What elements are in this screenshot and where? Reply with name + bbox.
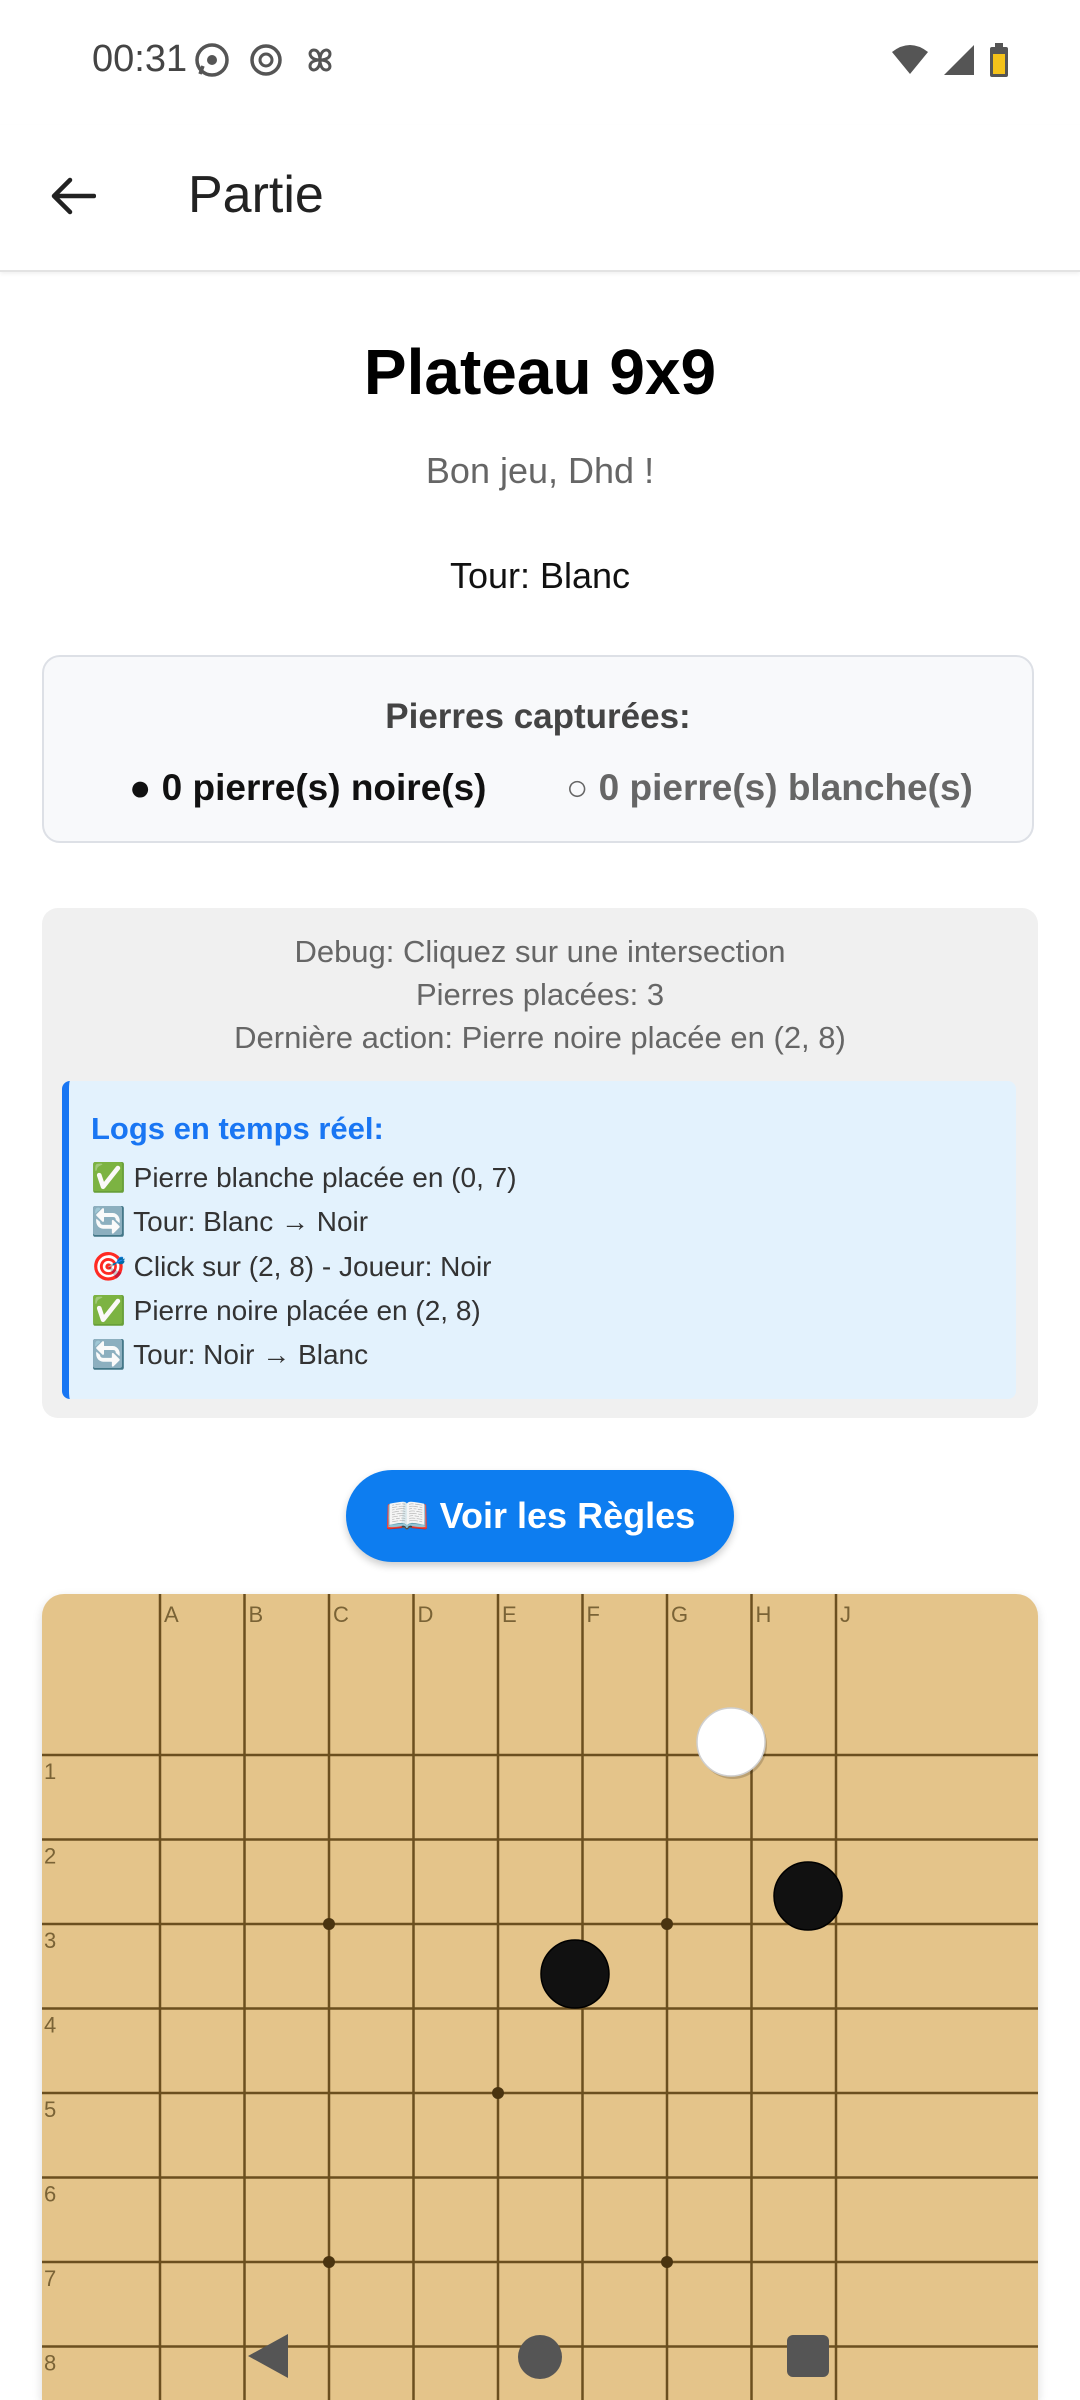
hoshi-point — [323, 2256, 335, 2268]
home-circle-icon[interactable] — [518, 2335, 562, 2379]
log-line: 🔄 Tour: Blanc → Noir — [91, 1206, 369, 1237]
black-stone — [540, 1939, 610, 2009]
logs-box: Logs en temps réel: ✅ Pierre blanche pla… — [62, 1081, 1016, 1399]
column-label: F — [587, 1602, 600, 1627]
log-line: ✅ Pierre noire placée en (2, 8) — [91, 1295, 481, 1326]
signal-icon — [942, 43, 976, 82]
log-line: 🎯 Click sur (2, 8) - Joueur: Noir — [91, 1251, 492, 1282]
pinwheel-icon — [300, 40, 340, 85]
hoshi-point — [661, 1918, 673, 1930]
logs-title: Logs en temps réel: — [91, 1111, 384, 1146]
whatsapp-icon — [192, 40, 232, 85]
hoshi-point — [661, 2256, 673, 2268]
back-button[interactable] — [40, 165, 106, 231]
board-grid[interactable]: A B C D E F G H J12345678 — [42, 1594, 1038, 2400]
rules-button[interactable]: 📖 Voir les Règles — [346, 1470, 734, 1562]
column-label: D — [418, 1602, 434, 1627]
row-label: 1 — [44, 1759, 56, 1784]
debug-line: Pierres placées: 3 — [415, 977, 665, 1012]
column-label: J — [840, 1602, 851, 1627]
debug-line: Dernière action: Pierre noire placée en … — [234, 1020, 846, 1055]
row-label: 7 — [44, 2266, 56, 2291]
row-label: 3 — [44, 1928, 56, 1953]
row-label: 2 — [44, 1844, 56, 1869]
column-label: G — [671, 1602, 688, 1627]
battery-icon — [988, 42, 1010, 83]
captures-title: Pierres capturées: — [385, 697, 691, 736]
wifi-icon — [890, 44, 930, 81]
debug-line: Debug: Cliquez sur une intersection — [294, 934, 786, 969]
system-nav-bar — [0, 2300, 1080, 2400]
hoshi-point — [492, 2087, 504, 2099]
row-label: 5 — [44, 2097, 56, 2122]
arrow-left-icon — [50, 176, 97, 221]
captures-card: Pierres capturées: ● 0 pierre(s) noire(s… — [42, 655, 1034, 843]
column-label: H — [756, 1602, 772, 1627]
log-line: ✅ Pierre blanche placée en (0, 7) — [91, 1162, 517, 1193]
turn-indicator: Tour: Blanc — [449, 555, 631, 596]
recents-square-icon[interactable] — [787, 2335, 829, 2377]
page-title: Plateau 9x9 — [363, 336, 717, 408]
column-label: A — [164, 1602, 179, 1627]
openai-icon — [246, 40, 286, 85]
column-label: C — [333, 1602, 349, 1627]
column-label: E — [502, 1602, 517, 1627]
log-line: 🔄 Tour: Noir → Blanc — [91, 1339, 369, 1370]
captured-black-count: ● 0 pierre(s) noire(s) — [129, 767, 487, 808]
debug-panel: Debug: Cliquez sur une intersection Pier… — [42, 908, 1038, 1418]
row-label: 4 — [44, 2013, 56, 2038]
status-time: 00:31 — [92, 38, 188, 80]
captured-white-count: ○ 0 pierre(s) blanche(s) — [566, 767, 973, 808]
back-triangle-icon[interactable] — [248, 2334, 288, 2378]
column-label: B — [249, 1602, 264, 1627]
app-title: Partie — [188, 166, 324, 224]
greeting-text: Bon jeu, Dhd ! — [425, 450, 655, 491]
hoshi-point — [323, 1918, 335, 1930]
go-board[interactable]: ABCDEFGHJ12345678 — [42, 1594, 1038, 2400]
black-stone — [773, 1861, 843, 1931]
app-bar: Partie — [0, 125, 1080, 272]
row-label: 6 — [44, 2182, 56, 2207]
white-stone — [696, 1707, 766, 1777]
status-bar: 00:31 — [0, 0, 1080, 125]
